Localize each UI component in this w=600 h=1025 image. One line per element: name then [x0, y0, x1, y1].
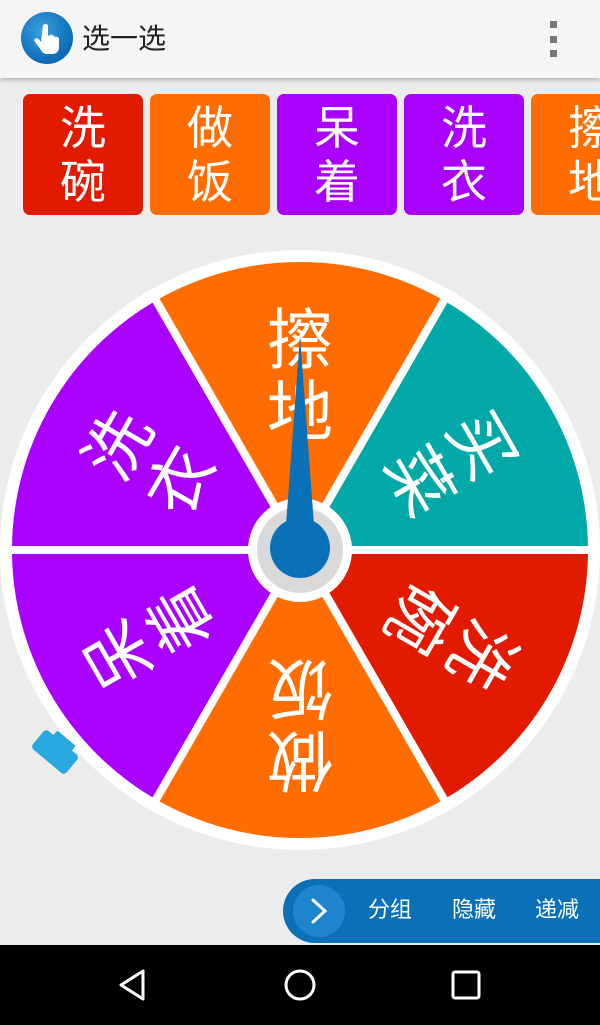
- chip-char: 地: [568, 154, 600, 209]
- wheel-segment-label: 做饭: [267, 649, 333, 798]
- home-circle-icon[interactable]: [280, 965, 320, 1005]
- option-chip[interactable]: 擦 地: [531, 94, 600, 215]
- chevron-right-icon[interactable]: [293, 885, 345, 937]
- chip-char: 呆: [314, 100, 360, 155]
- recents-square-icon[interactable]: [446, 965, 486, 1005]
- decrement-button[interactable]: 递减: [535, 896, 579, 926]
- system-nav-bar: [0, 945, 600, 1025]
- option-chip[interactable]: 做 饭: [150, 94, 270, 215]
- back-triangle-icon[interactable]: [113, 965, 153, 1005]
- chip-char: 做: [187, 100, 233, 155]
- option-chip[interactable]: 洗 碗: [23, 94, 143, 215]
- chip-char: 衣: [441, 154, 487, 209]
- chip-char: 洗: [60, 100, 106, 155]
- wheel-segment-char: 饭: [267, 649, 333, 726]
- pointing-hand-icon[interactable]: [21, 12, 73, 64]
- option-chip[interactable]: 呆 着: [277, 94, 397, 215]
- chip-char: 洗: [441, 100, 487, 155]
- group-button[interactable]: 分组: [368, 896, 412, 926]
- option-chip-list: 洗 碗 做 饭 呆 着 洗 衣 擦 地: [0, 94, 600, 216]
- overflow-menu-icon[interactable]: [540, 18, 566, 60]
- hide-button[interactable]: 隐藏: [452, 896, 496, 926]
- chip-char: 饭: [187, 154, 233, 209]
- chip-char: 着: [314, 154, 360, 209]
- app-bar: 选一选: [0, 0, 600, 78]
- chip-char: 擦: [568, 100, 600, 155]
- chip-char: 碗: [60, 154, 106, 209]
- wheel-segment-char: 做: [267, 721, 333, 798]
- pointer-hub[interactable]: [270, 518, 330, 578]
- bottom-toolbar: 分组 隐藏 递减: [283, 879, 600, 943]
- spin-wheel[interactable]: 擦地买菜洗碗做饭呆着洗衣: [0, 244, 600, 856]
- app-title: 选一选: [82, 22, 167, 55]
- option-chip[interactable]: 洗 衣: [404, 94, 524, 215]
